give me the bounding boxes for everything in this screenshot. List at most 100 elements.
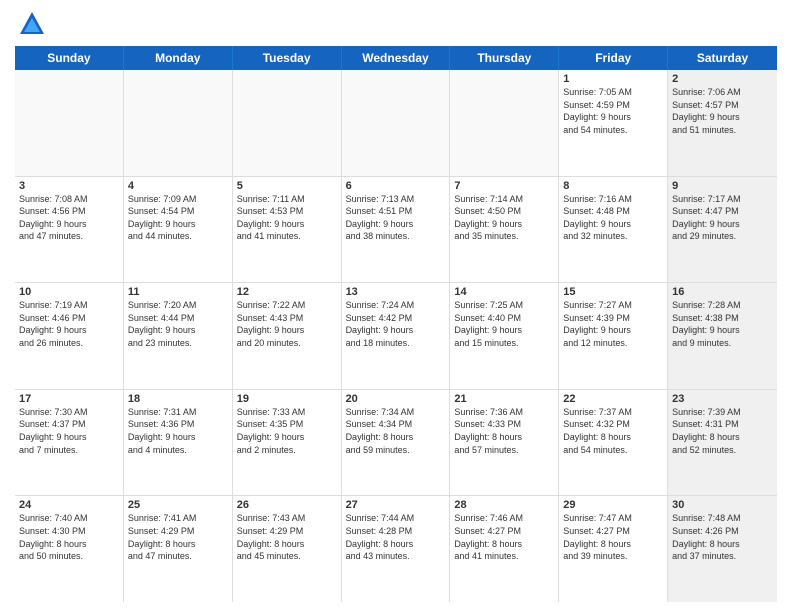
day-number: 16 xyxy=(672,286,773,298)
day-number: 7 xyxy=(454,180,554,192)
day-info: Sunrise: 7:22 AM Sunset: 4:43 PM Dayligh… xyxy=(237,299,337,349)
logo xyxy=(15,10,46,38)
day-number: 24 xyxy=(19,499,119,511)
calendar-body: 1Sunrise: 7:05 AM Sunset: 4:59 PM Daylig… xyxy=(15,70,777,602)
day-number: 10 xyxy=(19,286,119,298)
day-info: Sunrise: 7:47 AM Sunset: 4:27 PM Dayligh… xyxy=(563,512,663,562)
day-info: Sunrise: 7:24 AM Sunset: 4:42 PM Dayligh… xyxy=(346,299,446,349)
calendar-week-4: 17Sunrise: 7:30 AM Sunset: 4:37 PM Dayli… xyxy=(15,390,777,497)
day-number: 5 xyxy=(237,180,337,192)
calendar-header: SundayMondayTuesdayWednesdayThursdayFrid… xyxy=(15,46,777,70)
calendar-day-11: 11Sunrise: 7:20 AM Sunset: 4:44 PM Dayli… xyxy=(124,283,233,389)
day-number: 19 xyxy=(237,393,337,405)
header-day-friday: Friday xyxy=(559,46,668,70)
calendar-day-4: 4Sunrise: 7:09 AM Sunset: 4:54 PM Daylig… xyxy=(124,177,233,283)
day-number: 1 xyxy=(563,73,663,85)
calendar-week-2: 3Sunrise: 7:08 AM Sunset: 4:56 PM Daylig… xyxy=(15,177,777,284)
calendar-day-24: 24Sunrise: 7:40 AM Sunset: 4:30 PM Dayli… xyxy=(15,496,124,602)
day-info: Sunrise: 7:36 AM Sunset: 4:33 PM Dayligh… xyxy=(454,406,554,456)
calendar-day-1: 1Sunrise: 7:05 AM Sunset: 4:59 PM Daylig… xyxy=(559,70,668,176)
calendar-day-17: 17Sunrise: 7:30 AM Sunset: 4:37 PM Dayli… xyxy=(15,390,124,496)
day-info: Sunrise: 7:30 AM Sunset: 4:37 PM Dayligh… xyxy=(19,406,119,456)
header-day-tuesday: Tuesday xyxy=(233,46,342,70)
calendar-day-30: 30Sunrise: 7:48 AM Sunset: 4:26 PM Dayli… xyxy=(668,496,777,602)
day-number: 27 xyxy=(346,499,446,511)
calendar-day-12: 12Sunrise: 7:22 AM Sunset: 4:43 PM Dayli… xyxy=(233,283,342,389)
calendar-day-15: 15Sunrise: 7:27 AM Sunset: 4:39 PM Dayli… xyxy=(559,283,668,389)
day-info: Sunrise: 7:05 AM Sunset: 4:59 PM Dayligh… xyxy=(563,86,663,136)
header-day-saturday: Saturday xyxy=(668,46,777,70)
calendar-day-14: 14Sunrise: 7:25 AM Sunset: 4:40 PM Dayli… xyxy=(450,283,559,389)
calendar-day-13: 13Sunrise: 7:24 AM Sunset: 4:42 PM Dayli… xyxy=(342,283,451,389)
day-number: 12 xyxy=(237,286,337,298)
day-info: Sunrise: 7:33 AM Sunset: 4:35 PM Dayligh… xyxy=(237,406,337,456)
day-number: 29 xyxy=(563,499,663,511)
day-number: 15 xyxy=(563,286,663,298)
day-info: Sunrise: 7:31 AM Sunset: 4:36 PM Dayligh… xyxy=(128,406,228,456)
header-day-thursday: Thursday xyxy=(450,46,559,70)
day-number: 2 xyxy=(672,73,773,85)
calendar-day-22: 22Sunrise: 7:37 AM Sunset: 4:32 PM Dayli… xyxy=(559,390,668,496)
calendar-empty-cell xyxy=(124,70,233,176)
header-day-sunday: Sunday xyxy=(15,46,124,70)
calendar-day-28: 28Sunrise: 7:46 AM Sunset: 4:27 PM Dayli… xyxy=(450,496,559,602)
calendar-empty-cell xyxy=(15,70,124,176)
calendar-week-1: 1Sunrise: 7:05 AM Sunset: 4:59 PM Daylig… xyxy=(15,70,777,177)
page: SundayMondayTuesdayWednesdayThursdayFrid… xyxy=(0,0,792,612)
calendar-day-26: 26Sunrise: 7:43 AM Sunset: 4:29 PM Dayli… xyxy=(233,496,342,602)
day-info: Sunrise: 7:08 AM Sunset: 4:56 PM Dayligh… xyxy=(19,193,119,243)
day-info: Sunrise: 7:06 AM Sunset: 4:57 PM Dayligh… xyxy=(672,86,773,136)
day-info: Sunrise: 7:46 AM Sunset: 4:27 PM Dayligh… xyxy=(454,512,554,562)
calendar: SundayMondayTuesdayWednesdayThursdayFrid… xyxy=(15,46,777,602)
day-number: 30 xyxy=(672,499,773,511)
day-number: 3 xyxy=(19,180,119,192)
calendar-day-19: 19Sunrise: 7:33 AM Sunset: 4:35 PM Dayli… xyxy=(233,390,342,496)
header-day-wednesday: Wednesday xyxy=(342,46,451,70)
day-info: Sunrise: 7:28 AM Sunset: 4:38 PM Dayligh… xyxy=(672,299,773,349)
calendar-day-25: 25Sunrise: 7:41 AM Sunset: 4:29 PM Dayli… xyxy=(124,496,233,602)
day-info: Sunrise: 7:25 AM Sunset: 4:40 PM Dayligh… xyxy=(454,299,554,349)
logo-icon xyxy=(18,10,46,38)
calendar-day-5: 5Sunrise: 7:11 AM Sunset: 4:53 PM Daylig… xyxy=(233,177,342,283)
calendar-empty-cell xyxy=(233,70,342,176)
calendar-day-9: 9Sunrise: 7:17 AM Sunset: 4:47 PM Daylig… xyxy=(668,177,777,283)
calendar-day-29: 29Sunrise: 7:47 AM Sunset: 4:27 PM Dayli… xyxy=(559,496,668,602)
day-info: Sunrise: 7:39 AM Sunset: 4:31 PM Dayligh… xyxy=(672,406,773,456)
day-number: 25 xyxy=(128,499,228,511)
day-number: 6 xyxy=(346,180,446,192)
day-number: 22 xyxy=(563,393,663,405)
day-number: 9 xyxy=(672,180,773,192)
calendar-day-10: 10Sunrise: 7:19 AM Sunset: 4:46 PM Dayli… xyxy=(15,283,124,389)
day-info: Sunrise: 7:43 AM Sunset: 4:29 PM Dayligh… xyxy=(237,512,337,562)
day-info: Sunrise: 7:41 AM Sunset: 4:29 PM Dayligh… xyxy=(128,512,228,562)
day-number: 13 xyxy=(346,286,446,298)
header-day-monday: Monday xyxy=(124,46,233,70)
day-info: Sunrise: 7:19 AM Sunset: 4:46 PM Dayligh… xyxy=(19,299,119,349)
day-info: Sunrise: 7:09 AM Sunset: 4:54 PM Dayligh… xyxy=(128,193,228,243)
calendar-empty-cell xyxy=(450,70,559,176)
day-number: 14 xyxy=(454,286,554,298)
day-number: 23 xyxy=(672,393,773,405)
day-number: 18 xyxy=(128,393,228,405)
calendar-day-3: 3Sunrise: 7:08 AM Sunset: 4:56 PM Daylig… xyxy=(15,177,124,283)
calendar-day-21: 21Sunrise: 7:36 AM Sunset: 4:33 PM Dayli… xyxy=(450,390,559,496)
day-number: 8 xyxy=(563,180,663,192)
day-info: Sunrise: 7:27 AM Sunset: 4:39 PM Dayligh… xyxy=(563,299,663,349)
calendar-day-16: 16Sunrise: 7:28 AM Sunset: 4:38 PM Dayli… xyxy=(668,283,777,389)
day-info: Sunrise: 7:17 AM Sunset: 4:47 PM Dayligh… xyxy=(672,193,773,243)
calendar-day-8: 8Sunrise: 7:16 AM Sunset: 4:48 PM Daylig… xyxy=(559,177,668,283)
day-info: Sunrise: 7:16 AM Sunset: 4:48 PM Dayligh… xyxy=(563,193,663,243)
calendar-day-7: 7Sunrise: 7:14 AM Sunset: 4:50 PM Daylig… xyxy=(450,177,559,283)
calendar-day-2: 2Sunrise: 7:06 AM Sunset: 4:57 PM Daylig… xyxy=(668,70,777,176)
calendar-day-23: 23Sunrise: 7:39 AM Sunset: 4:31 PM Dayli… xyxy=(668,390,777,496)
day-number: 20 xyxy=(346,393,446,405)
day-number: 11 xyxy=(128,286,228,298)
day-number: 26 xyxy=(237,499,337,511)
day-info: Sunrise: 7:34 AM Sunset: 4:34 PM Dayligh… xyxy=(346,406,446,456)
day-info: Sunrise: 7:44 AM Sunset: 4:28 PM Dayligh… xyxy=(346,512,446,562)
day-number: 17 xyxy=(19,393,119,405)
day-number: 28 xyxy=(454,499,554,511)
day-info: Sunrise: 7:40 AM Sunset: 4:30 PM Dayligh… xyxy=(19,512,119,562)
day-info: Sunrise: 7:11 AM Sunset: 4:53 PM Dayligh… xyxy=(237,193,337,243)
day-info: Sunrise: 7:20 AM Sunset: 4:44 PM Dayligh… xyxy=(128,299,228,349)
